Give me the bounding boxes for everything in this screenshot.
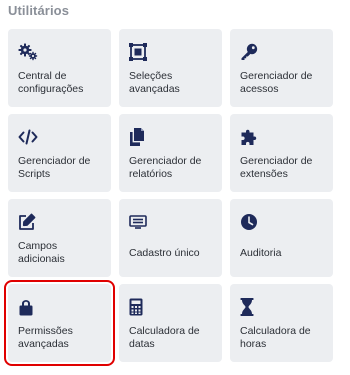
tile-calculadora-horas[interactable]: Calculadora de horas: [230, 284, 333, 362]
tile-auditoria[interactable]: Auditoria: [230, 199, 333, 277]
tile-campos-adicionais[interactable]: Campos adicionais: [8, 199, 111, 277]
hourglass-icon: [240, 297, 260, 317]
key-icon: [240, 42, 260, 62]
utilities-grid: Central de configurações Seleções avança…: [4, 29, 333, 366]
tile-gerenciador-acessos[interactable]: Gerenciador de acessos: [230, 29, 333, 107]
tile-permissoes-avancadas[interactable]: Permissões avançadas: [4, 280, 115, 366]
tile-label: Cadastro único: [129, 247, 200, 259]
calculator-icon: [129, 297, 149, 317]
id-card-icon: [129, 212, 149, 232]
copy-icon: [129, 127, 149, 147]
edit-icon: [18, 212, 38, 232]
section-title: Utilitários: [8, 3, 70, 18]
lock-icon: [18, 297, 38, 317]
clock-icon: [240, 212, 260, 232]
tile-label: Gerenciador de Scripts: [18, 155, 91, 180]
tile-label: Calculadora de datas: [129, 325, 200, 350]
tile-label: Gerenciador de extensões: [240, 155, 313, 180]
tile-selecoes-avancadas[interactable]: Seleções avançadas: [119, 29, 222, 107]
tile-label: Gerenciador de acessos: [240, 70, 313, 95]
tile-calculadora-datas[interactable]: Calculadora de datas: [119, 284, 222, 362]
tile-label: Permissões avançadas: [18, 325, 73, 350]
tile-gerenciador-scripts[interactable]: Gerenciador de Scripts: [8, 114, 111, 192]
tile-label: Auditoria: [240, 247, 282, 259]
tile-label: Gerenciador de relatórios: [129, 155, 202, 180]
tile-label: Seleções avançadas: [129, 70, 180, 95]
puzzle-icon: [240, 127, 260, 147]
tile-central-configuracoes[interactable]: Central de configurações: [8, 29, 111, 107]
gears-icon: [18, 42, 38, 62]
selection-icon: [129, 42, 149, 62]
tile-cadastro-unico[interactable]: Cadastro único: [119, 199, 222, 277]
tile-label: Campos adicionais: [18, 240, 65, 265]
tile-label: Calculadora de horas: [240, 325, 311, 350]
tile-label: Central de configurações: [18, 70, 84, 95]
code-icon: [18, 127, 38, 147]
tile-gerenciador-extensoes[interactable]: Gerenciador de extensões: [230, 114, 333, 192]
tile-gerenciador-relatorios[interactable]: Gerenciador de relatórios: [119, 114, 222, 192]
